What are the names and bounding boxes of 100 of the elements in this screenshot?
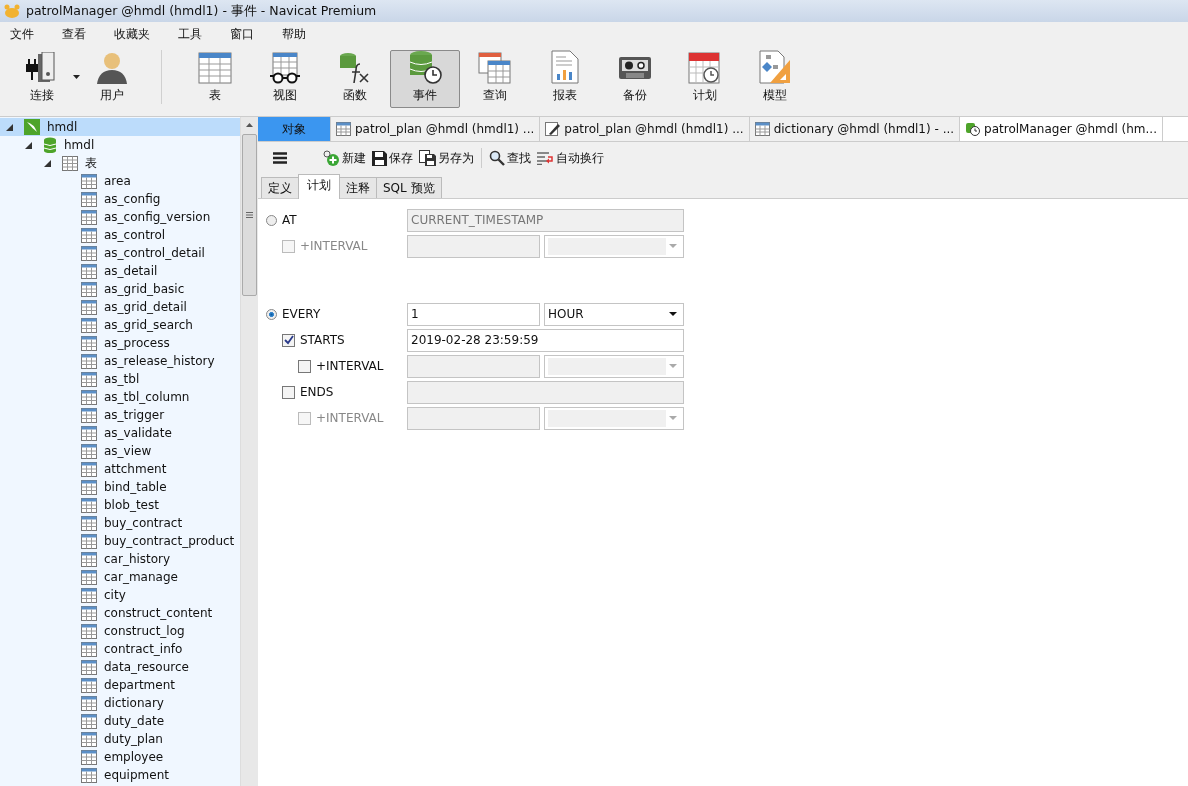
radio-button[interactable] bbox=[266, 214, 277, 226]
checkbox[interactable] bbox=[282, 333, 295, 347]
tree-item[interactable]: buy_contract_product bbox=[0, 532, 240, 550]
tree-item[interactable]: as_grid_detail bbox=[0, 298, 240, 316]
dropdown[interactable] bbox=[544, 406, 684, 430]
toolbar-button[interactable]: 报表 bbox=[530, 50, 600, 108]
tab[interactable]: 计划 bbox=[298, 174, 340, 199]
document-tab[interactable]: dictionary @hmdl (hmdl1) - ... bbox=[749, 117, 961, 141]
tree-item[interactable]: as_grid_search bbox=[0, 316, 240, 334]
tree-item[interactable]: data_resource bbox=[0, 658, 240, 676]
dropdown[interactable]: HOUR bbox=[544, 302, 684, 326]
tree-item[interactable]: attchment bbox=[0, 460, 240, 478]
tree-item[interactable]: duty_date bbox=[0, 712, 240, 730]
toolbar-button[interactable]: 模型 bbox=[740, 50, 810, 108]
tree-item[interactable]: duty_plan bbox=[0, 730, 240, 748]
tree-item[interactable]: construct_log bbox=[0, 622, 240, 640]
tree-item[interactable]: as_detail bbox=[0, 262, 240, 280]
table-icon bbox=[81, 569, 97, 585]
tree-item[interactable]: hmdl bbox=[0, 118, 240, 136]
tree-item[interactable]: equipment bbox=[0, 766, 240, 784]
tree-item[interactable]: as_release_history bbox=[0, 352, 240, 370]
menu-item[interactable]: 窗口 bbox=[226, 25, 258, 43]
tree-item[interactable]: as_tbl_column bbox=[0, 388, 240, 406]
toolbar-button[interactable]: 查询 bbox=[460, 50, 530, 108]
tree-item[interactable]: as_process bbox=[0, 334, 240, 352]
radio-button[interactable] bbox=[266, 308, 277, 320]
toolbar-button[interactable]: 自动换行 bbox=[534, 147, 607, 169]
toolbar-button[interactable]: 事件 bbox=[390, 50, 460, 108]
diagram-ruler-icon bbox=[758, 50, 792, 84]
tree-item[interactable]: blob_test bbox=[0, 496, 240, 514]
report-icon bbox=[550, 50, 580, 84]
scrollbar-thumb[interactable] bbox=[242, 134, 257, 296]
toolbar-button[interactable]: 视图 bbox=[250, 50, 320, 108]
menu-item[interactable]: 文件 bbox=[6, 25, 38, 43]
tree-item[interactable]: 表 bbox=[0, 154, 240, 172]
table-icon bbox=[81, 695, 97, 711]
table-icon bbox=[81, 749, 97, 765]
table-icon bbox=[81, 551, 97, 567]
tree-item[interactable]: employee bbox=[0, 748, 240, 766]
menu-item[interactable]: 帮助 bbox=[278, 25, 310, 43]
tree-item[interactable]: buy_contract bbox=[0, 514, 240, 532]
toolbar-button[interactable]: 连接 bbox=[7, 50, 77, 108]
tree-item[interactable]: as_control bbox=[0, 226, 240, 244]
input-field[interactable]: CURRENT_TIMESTAMP bbox=[407, 208, 684, 232]
dropdown[interactable] bbox=[544, 234, 684, 258]
input-field[interactable] bbox=[407, 380, 684, 404]
input-field[interactable]: 1 bbox=[407, 302, 540, 326]
tree-item[interactable]: as_view bbox=[0, 442, 240, 460]
tree-item[interactable]: dictionary bbox=[0, 694, 240, 712]
toolbar-button[interactable]: 新建 bbox=[320, 147, 369, 169]
add-icon bbox=[323, 150, 340, 166]
toolbar-button[interactable]: 另存为 bbox=[416, 147, 477, 169]
document-tab[interactable]: 对象 bbox=[258, 117, 331, 141]
input-field[interactable] bbox=[407, 406, 540, 430]
tree-item[interactable]: as_grid_basic bbox=[0, 280, 240, 298]
tree-item[interactable]: city bbox=[0, 586, 240, 604]
tab[interactable]: 定义 bbox=[261, 177, 299, 198]
tab[interactable]: SQL 预览 bbox=[376, 177, 442, 198]
table-icon bbox=[81, 209, 97, 225]
tree-item[interactable]: as_control_detail bbox=[0, 244, 240, 262]
toolbar-button[interactable]: 计划 bbox=[670, 50, 740, 108]
tree-item[interactable]: hmdl bbox=[0, 136, 240, 154]
tree-item[interactable]: as_validate bbox=[0, 424, 240, 442]
table-icon bbox=[81, 227, 97, 243]
tree-item[interactable]: as_tbl bbox=[0, 370, 240, 388]
input-field[interactable]: 2019-02-28 23:59:59 bbox=[407, 328, 684, 352]
database-clock-icon bbox=[408, 50, 442, 84]
toolbar-button[interactable]: 查找 bbox=[486, 147, 534, 169]
tree-item[interactable]: car_history bbox=[0, 550, 240, 568]
dropdown[interactable] bbox=[544, 354, 684, 378]
toolbar-button[interactable]: 备份 bbox=[600, 50, 670, 108]
tree-item[interactable]: construct_content bbox=[0, 604, 240, 622]
menu-item[interactable]: 工具 bbox=[174, 25, 206, 43]
toolbar-button[interactable]: 保存 bbox=[369, 147, 416, 169]
tree-item[interactable]: area bbox=[0, 172, 240, 190]
menu-item[interactable]: 查看 bbox=[58, 25, 90, 43]
scrollbar[interactable] bbox=[240, 117, 258, 786]
document-tab[interactable]: patrol_plan @hmdl (hmdl1) ... bbox=[331, 117, 541, 141]
menu-item[interactable]: 收藏夹 bbox=[110, 25, 154, 43]
checkbox[interactable] bbox=[282, 385, 295, 399]
input-field[interactable] bbox=[407, 354, 540, 378]
menu-button[interactable] bbox=[270, 150, 290, 166]
document-tab[interactable]: patrol_plan @hmdl (hmdl1) ... bbox=[540, 117, 750, 141]
tree-item[interactable]: as_trigger bbox=[0, 406, 240, 424]
checkbox[interactable] bbox=[298, 359, 311, 373]
tree-item[interactable]: car_manage bbox=[0, 568, 240, 586]
tree-item[interactable]: bind_table bbox=[0, 478, 240, 496]
tree-item[interactable]: as_config_version bbox=[0, 208, 240, 226]
tree-item[interactable]: as_config bbox=[0, 190, 240, 208]
tab[interactable]: 注释 bbox=[339, 177, 377, 198]
toolbar-button[interactable]: 用户 bbox=[77, 50, 147, 108]
tree-item[interactable]: contract_info bbox=[0, 640, 240, 658]
toolbar-button[interactable]: 函数 bbox=[320, 50, 390, 108]
tree-item[interactable]: department bbox=[0, 676, 240, 694]
input-field[interactable] bbox=[407, 234, 540, 258]
caret-icon bbox=[669, 244, 677, 248]
toolbar-button[interactable]: 表 bbox=[180, 50, 250, 108]
table-icon bbox=[81, 497, 97, 513]
table-icon bbox=[81, 245, 97, 261]
scroll-up-arrow-icon[interactable] bbox=[246, 123, 253, 127]
